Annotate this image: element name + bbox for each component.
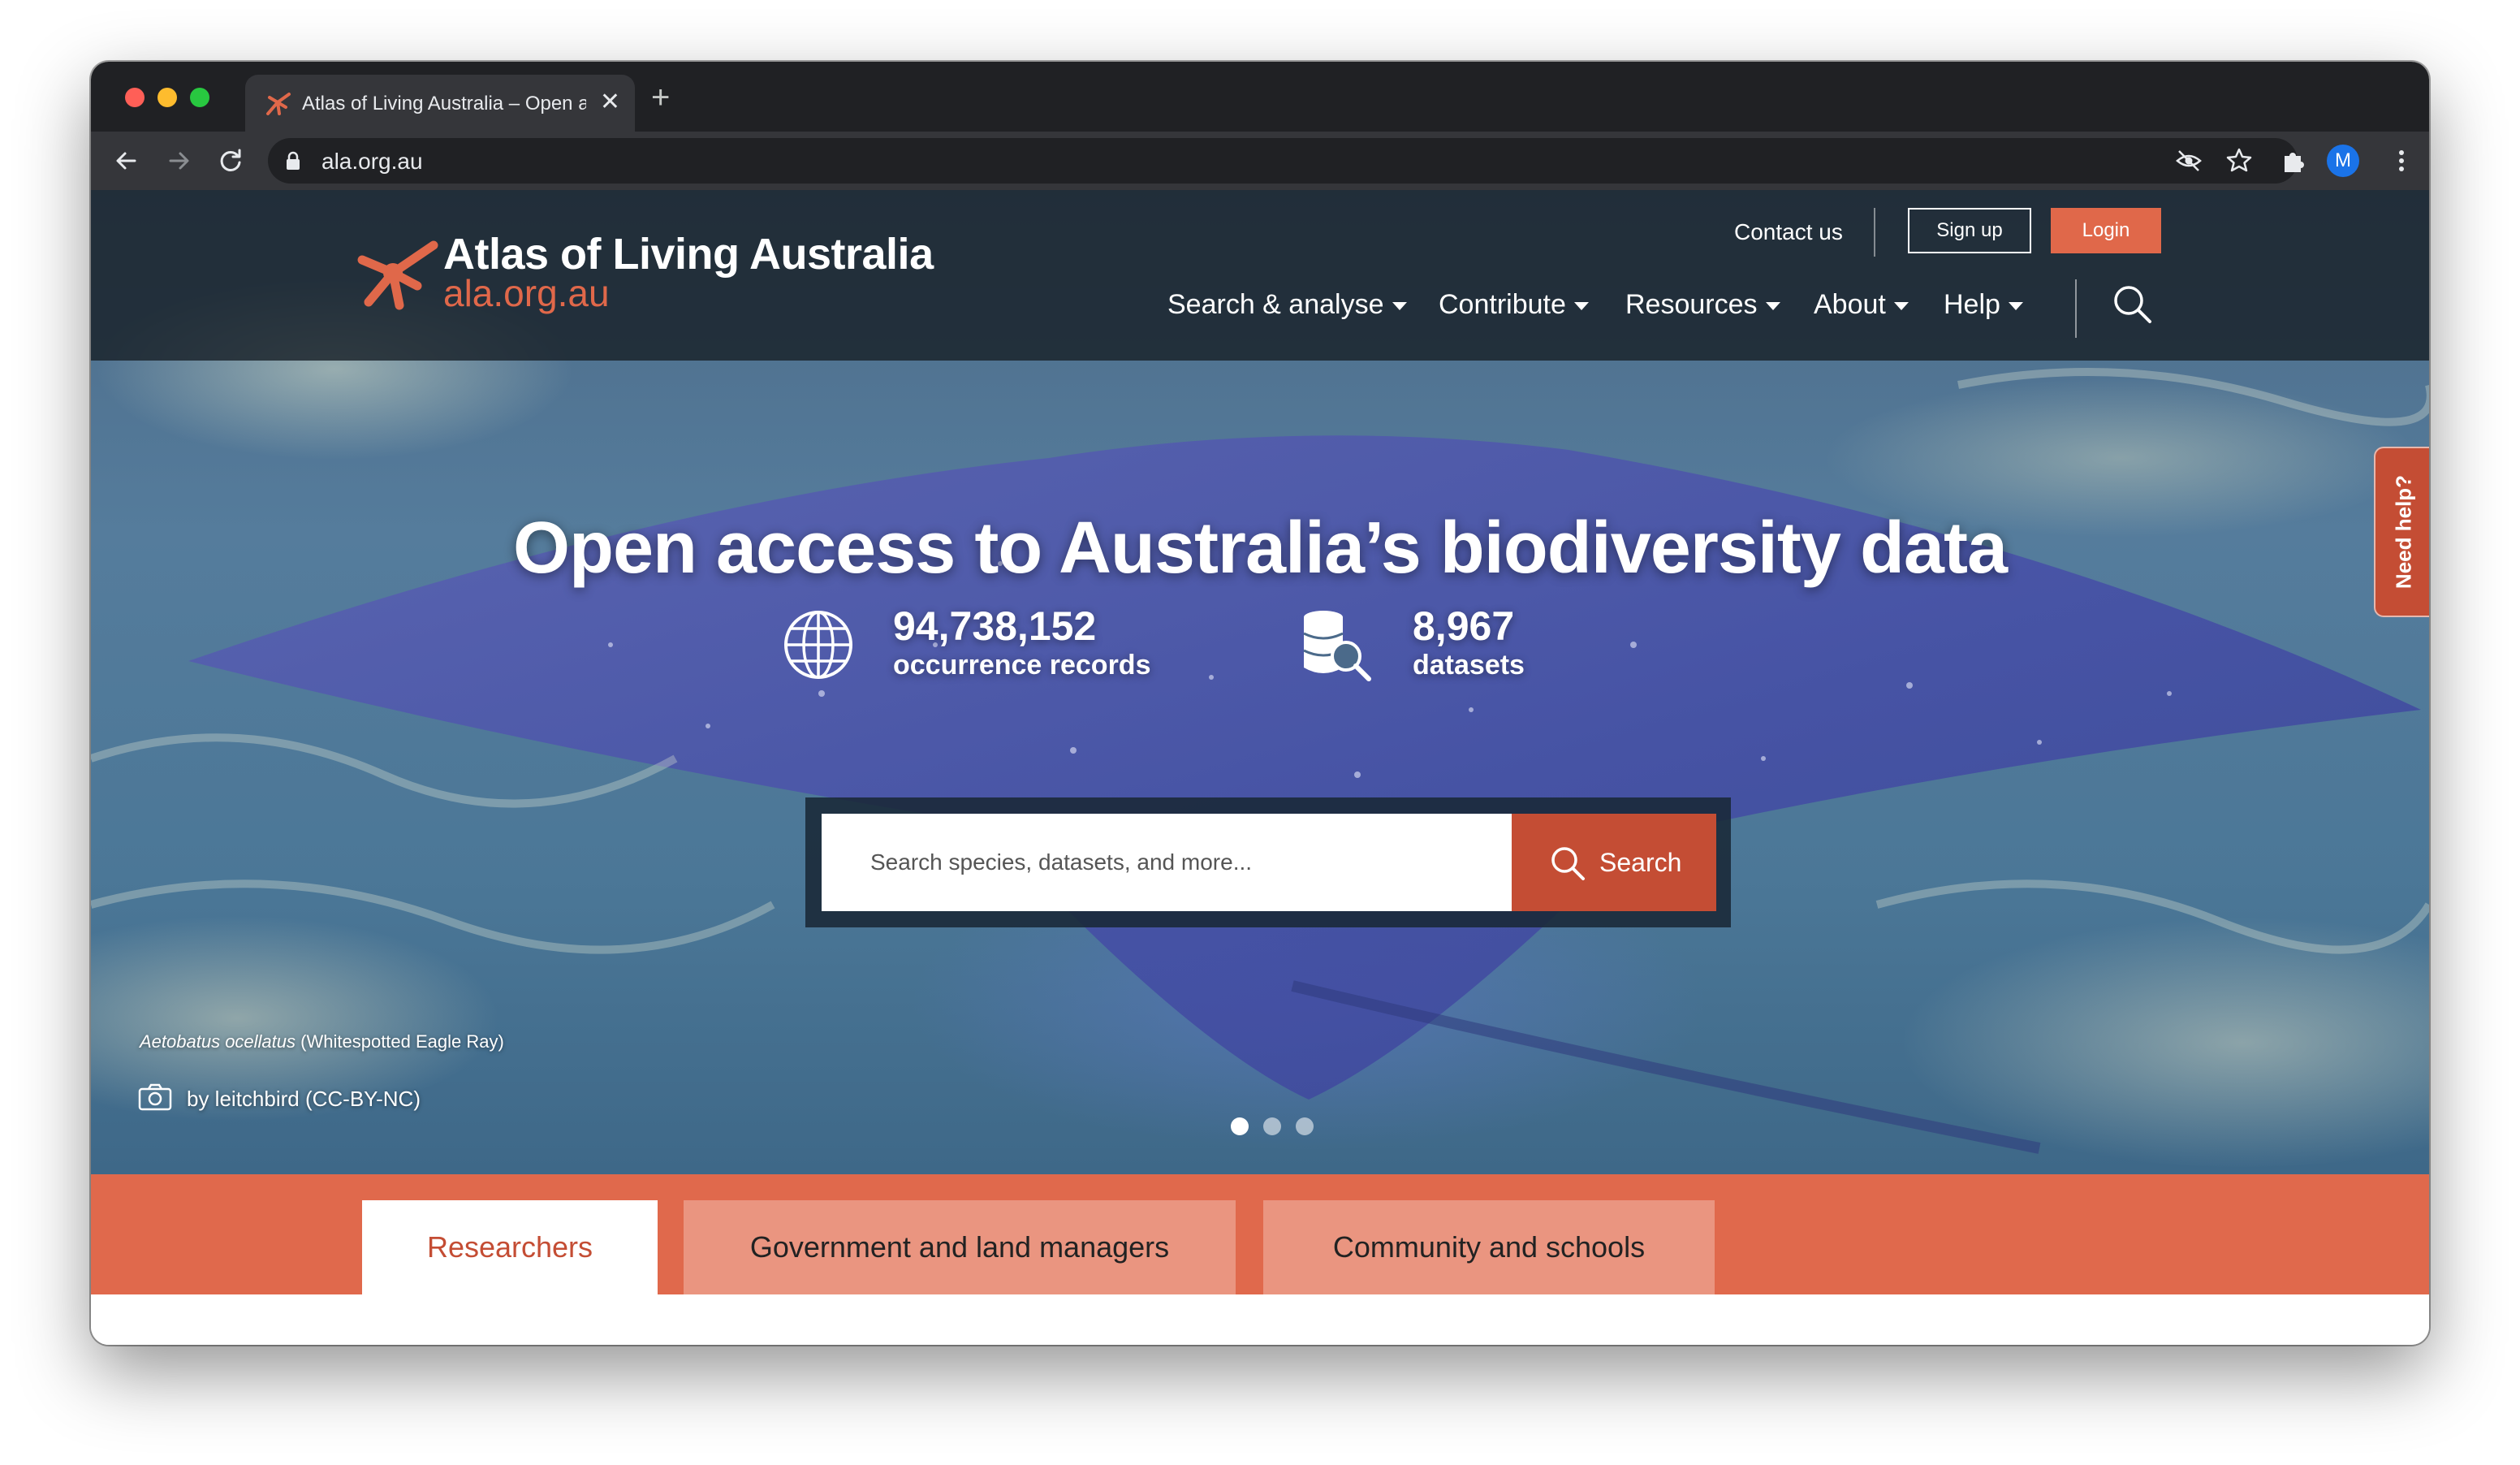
- minimize-window-button[interactable]: [158, 88, 177, 107]
- species-scientific-name: Aetobatus ocellatus: [140, 1031, 296, 1052]
- forward-icon[interactable]: [161, 143, 196, 179]
- nav-help[interactable]: Help: [1944, 289, 2023, 321]
- page-content: Atlas of Living Australia ala.org.au Con…: [91, 190, 2429, 1345]
- search-icon[interactable]: [2109, 281, 2155, 326]
- datasets-label: datasets: [1413, 650, 1525, 681]
- sign-up-button[interactable]: Sign up: [1908, 208, 2031, 253]
- zoom-window-button[interactable]: [190, 88, 209, 107]
- nav-label: Resources: [1625, 289, 1758, 320]
- occurrence-records-label: occurrence records: [893, 650, 1151, 681]
- nav-divider: [2075, 279, 2077, 338]
- hero-banner: Atlas of Living Australia ala.org.au Con…: [91, 190, 2429, 1174]
- new-tab-button[interactable]: +: [651, 81, 670, 114]
- close-window-button[interactable]: [125, 88, 145, 107]
- tab-title: Atlas of Living Australia – Open access …: [302, 93, 586, 115]
- chevron-down-icon: [1392, 302, 1407, 311]
- nav-resources[interactable]: Resources: [1625, 289, 1780, 321]
- carousel-dot-3[interactable]: [1296, 1117, 1314, 1135]
- nav-label: About: [1814, 289, 1886, 320]
- utility-divider: [1874, 208, 1875, 257]
- tab-close-icon[interactable]: ✕: [600, 88, 620, 117]
- url-text: ala.org.au: [321, 149, 423, 174]
- chevron-down-icon: [1893, 302, 1909, 311]
- login-button[interactable]: Login: [2051, 208, 2161, 253]
- image-caption-species: Aetobatus ocellatus (Whitespotted Eagle …: [140, 1031, 504, 1052]
- tab-community-schools[interactable]: Community and schools: [1263, 1200, 1715, 1294]
- camera-icon: [138, 1083, 172, 1111]
- search-button-label: Search: [1599, 848, 1682, 877]
- tab-government-land-managers[interactable]: Government and land managers: [684, 1200, 1236, 1294]
- ala-favicon-icon: [266, 93, 291, 115]
- tab-researchers[interactable]: Researchers: [362, 1200, 658, 1294]
- species-common-name: (Whitespotted Eagle Ray): [300, 1031, 504, 1052]
- lock-icon: [287, 151, 300, 170]
- need-help-label: Need help?: [2391, 474, 2416, 590]
- hero-search-input[interactable]: [822, 814, 1512, 911]
- profile-avatar[interactable]: M: [2327, 145, 2359, 177]
- carousel-dot-1[interactable]: [1231, 1117, 1249, 1135]
- audience-tabs-bar: Researchers Government and land managers…: [91, 1174, 2429, 1294]
- hero-title: Open access to Australia’s biodiversity …: [512, 508, 2008, 589]
- reload-icon[interactable]: [213, 143, 248, 179]
- nav-label: Search & analyse: [1167, 289, 1384, 320]
- browser-window: Atlas of Living Australia – Open access …: [91, 62, 2429, 1345]
- ala-logo-icon[interactable]: [356, 232, 440, 312]
- nav-label: Contribute: [1439, 289, 1566, 320]
- extensions-icon[interactable]: [2276, 143, 2312, 179]
- nav-about[interactable]: About: [1814, 289, 1909, 321]
- page-body: [91, 1294, 2429, 1345]
- browser-menu-icon[interactable]: [2384, 143, 2419, 179]
- browser-tab-strip: Atlas of Living Australia – Open access …: [91, 62, 2429, 132]
- nav-contribute[interactable]: Contribute: [1439, 289, 1589, 321]
- database-search-icon: [1303, 611, 1371, 681]
- browser-toolbar: ala.org.au M: [91, 132, 2429, 190]
- search-icon: [1551, 847, 1585, 880]
- address-bar[interactable]: ala.org.au: [268, 138, 2298, 184]
- image-credit[interactable]: by leitchbird (CC-BY-NC): [187, 1087, 421, 1112]
- globe-icon: [784, 611, 852, 679]
- tracking-eye-off-icon[interactable]: [2173, 145, 2205, 177]
- contact-us-link[interactable]: Contact us: [1734, 219, 1843, 245]
- datasets-count: 8,967: [1413, 603, 1515, 649]
- need-help-button[interactable]: Need help?: [2374, 447, 2429, 617]
- hero-search-button[interactable]: Search: [1512, 814, 1716, 911]
- chevron-down-icon: [1765, 302, 1780, 311]
- chevron-down-icon: [1573, 302, 1589, 311]
- chevron-down-icon: [2008, 302, 2023, 311]
- occurrence-records-count: 94,738,152: [893, 603, 1097, 649]
- nav-search-analyse[interactable]: Search & analyse: [1167, 289, 1407, 321]
- nav-label: Help: [1944, 289, 2000, 320]
- bookmark-star-icon[interactable]: [2223, 145, 2255, 177]
- back-icon[interactable]: [109, 143, 145, 179]
- carousel-dot-2[interactable]: [1263, 1117, 1281, 1135]
- logo-subtitle[interactable]: ala.org.au: [443, 271, 610, 315]
- browser-tab-active[interactable]: Atlas of Living Australia – Open access …: [245, 75, 635, 132]
